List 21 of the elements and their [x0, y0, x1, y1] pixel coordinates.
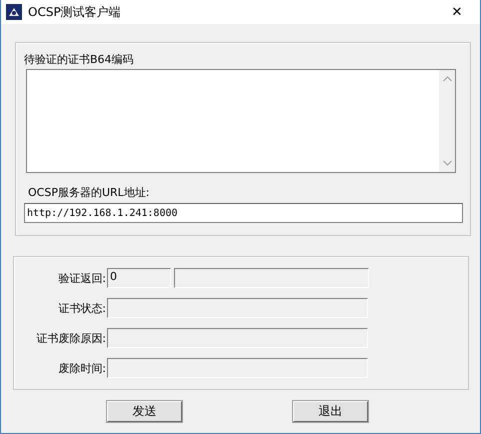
window-title: OCSP测试客户端 [28, 4, 121, 20]
send-button[interactable]: 发送 [107, 401, 182, 422]
result-field[interactable] [107, 298, 368, 318]
certificate-field[interactable] [26, 69, 456, 173]
close-button[interactable]: ✕ [434, 4, 480, 20]
exit-button[interactable]: 退出 [293, 401, 368, 422]
result-label: 证书状态: [57, 300, 106, 316]
result-field[interactable] [107, 328, 368, 348]
scroll-down-icon[interactable] [442, 160, 452, 166]
scroll-up-icon[interactable] [442, 76, 452, 82]
result-field[interactable] [174, 268, 369, 288]
result-label: 验证返回: [57, 270, 106, 286]
result-label: 废除时间: [57, 360, 106, 376]
scrollbar[interactable] [439, 70, 455, 172]
result-label: 证书废除原因: [35, 330, 106, 346]
result-field[interactable] [107, 358, 368, 378]
server-url-field[interactable]: http://192.168.1.241:8000 [24, 203, 463, 223]
result-field[interactable]: 0 [107, 268, 171, 288]
app-icon [6, 4, 22, 20]
server-url-label: OCSP服务器的URL地址: [28, 186, 150, 200]
certificate-label: 待验证的证书B64编码 [24, 53, 135, 67]
